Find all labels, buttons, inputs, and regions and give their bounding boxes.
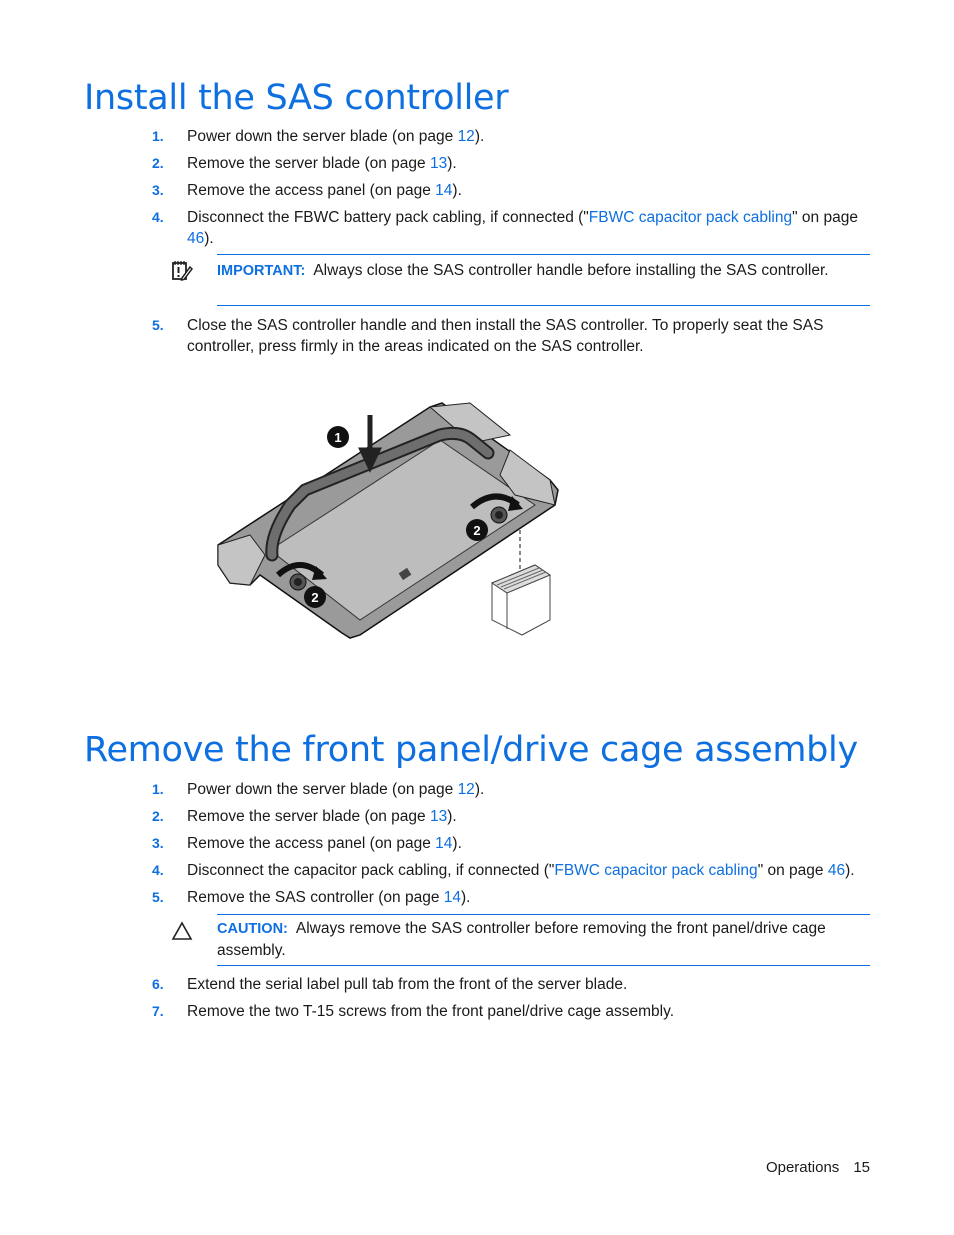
section-title-install-sas-controller: Install the SAS controller <box>84 78 509 118</box>
step-number: 5. <box>152 889 164 905</box>
install-steps-list: 1. Power down the server blade (on page … <box>152 126 872 249</box>
fbwc-cabling-link[interactable]: FBWC capacitor pack cabling <box>554 862 757 879</box>
list-item: 4. Disconnect the capacitor pack cabling… <box>152 860 872 881</box>
page-link[interactable]: 46 <box>187 230 204 247</box>
step-number: 3. <box>152 835 164 851</box>
step-text-end: ). <box>447 155 457 172</box>
step-text-end: ). <box>474 128 485 145</box>
list-item: 5. Remove the SAS controller (on page 14… <box>152 887 872 908</box>
step-text: Power down the server blade (on page <box>187 128 458 145</box>
page-link[interactable]: 14 <box>435 835 452 852</box>
step-text-end: ). <box>461 889 471 906</box>
callout-2: 2 <box>466 519 488 541</box>
footer-section: Operations <box>765 1159 840 1176</box>
list-item: 2. Remove the server blade (on page 13). <box>152 153 872 174</box>
step-text-mid: " on page <box>792 209 858 226</box>
list-item: 6. Extend the serial label pull tab from… <box>152 974 872 995</box>
page-footer: Operations 15 <box>766 1159 870 1176</box>
step-text: Power down the server blade (on page <box>187 781 458 798</box>
step-number: 2. <box>152 155 164 171</box>
svg-text:2: 2 <box>311 590 318 605</box>
list-item: 5. Close the SAS controller handle and t… <box>152 315 872 357</box>
step-text: Remove the server blade (on page <box>187 155 430 172</box>
step-text: Extend the serial label pull tab from th… <box>187 976 628 993</box>
step-text: Remove the access panel (on page <box>187 835 436 852</box>
page-link[interactable]: 13 <box>430 155 447 172</box>
page-link[interactable]: 12 <box>458 781 475 798</box>
step-number: 7. <box>152 1003 164 1019</box>
step-text: Close the SAS controller handle and then… <box>187 317 824 355</box>
step-number: 1. <box>152 128 164 144</box>
section-title-remove-front-panel: Remove the front panel/drive cage assemb… <box>84 730 858 770</box>
important-notepad-icon <box>171 260 193 288</box>
caution-text: Always remove the SAS controller before … <box>217 920 826 959</box>
page-link[interactable]: 12 <box>458 128 475 145</box>
important-label: IMPORTANT: <box>217 263 306 279</box>
step-text-mid: " on page <box>757 862 828 879</box>
important-text: Always close the SAS controller handle b… <box>313 262 829 279</box>
list-item: 1. Power down the server blade (on page … <box>152 779 872 800</box>
step-text-end: ). <box>452 182 462 199</box>
list-item: 1. Power down the server blade (on page … <box>152 126 872 147</box>
press-arrow <box>358 415 382 473</box>
caution-note: CAUTION: Always remove the SAS controller… <box>171 914 870 966</box>
step-number: 6. <box>152 976 164 992</box>
step-text: Remove the SAS controller (on page <box>187 889 444 906</box>
fbwc-cabling-link[interactable]: FBWC capacitor pack cabling <box>589 209 792 226</box>
step-number: 4. <box>152 209 164 225</box>
page-link[interactable]: 46 <box>828 862 845 879</box>
install-steps-list-continued: 5. Close the SAS controller handle and t… <box>152 315 872 357</box>
caution-triangle-icon <box>171 921 193 947</box>
page-number: 15 <box>853 1159 870 1176</box>
step-text-end: ). <box>447 808 457 825</box>
list-item: 2. Remove the server blade (on page 13). <box>152 806 872 827</box>
step-number: 1. <box>152 781 164 797</box>
step-text: Remove the access panel (on page <box>187 182 436 199</box>
step-text: Disconnect the FBWC battery pack cabling… <box>187 209 589 226</box>
step-text: Remove the server blade (on page <box>187 808 430 825</box>
caution-label: CAUTION: <box>217 921 288 937</box>
connector-block <box>490 564 552 636</box>
callout-2: 2 <box>304 586 326 608</box>
svg-text:2: 2 <box>473 523 480 538</box>
step-text: Remove the two T-15 screws from the fron… <box>187 1003 675 1020</box>
page-link[interactable]: 13 <box>430 808 447 825</box>
step-text-end: ). <box>845 862 855 879</box>
step-text-end: ). <box>204 230 214 247</box>
step-number: 4. <box>152 862 164 878</box>
step-number: 5. <box>152 317 164 333</box>
step-number: 2. <box>152 808 164 824</box>
important-note: IMPORTANT: Always close the SAS controlle… <box>172 254 870 306</box>
list-item: 4. Disconnect the FBWC battery pack cabl… <box>152 207 872 249</box>
list-item: 3. Remove the access panel (on page 14). <box>152 833 872 854</box>
page-link[interactable]: 14 <box>435 182 452 199</box>
svg-text:1: 1 <box>334 430 341 445</box>
step-text-end: ). <box>474 781 485 798</box>
list-item: 3. Remove the access panel (on page 14). <box>152 180 872 201</box>
remove-steps-list-continued: 6. Extend the serial label pull tab from… <box>152 974 872 1022</box>
page-link[interactable]: 14 <box>444 889 461 906</box>
step-text: Disconnect the capacitor pack cabling, i… <box>187 862 555 879</box>
remove-steps-list: 1. Power down the server blade (on page … <box>152 779 872 908</box>
sas-controller-illustration: 1 2 2 <box>210 395 570 645</box>
list-item: 7. Remove the two T-15 screws from the f… <box>152 1001 872 1022</box>
step-text-end: ). <box>452 835 462 852</box>
step-number: 3. <box>152 182 164 198</box>
callout-1: 1 <box>327 426 349 448</box>
